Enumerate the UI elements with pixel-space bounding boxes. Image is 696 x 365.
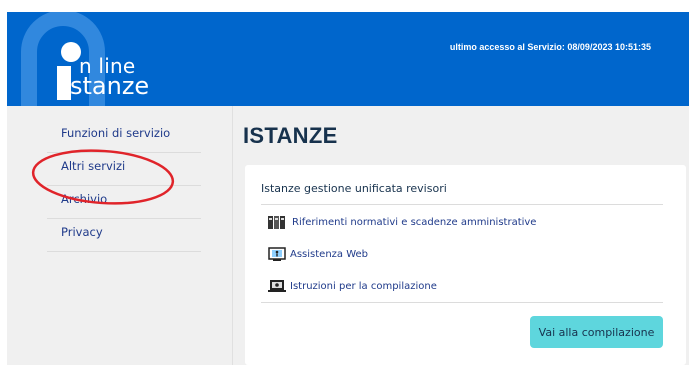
link-label: Riferimenti normativi e scadenze amminis…: [292, 216, 537, 228]
sidebar-item-altri-servizi[interactable]: Altri servizi: [47, 153, 201, 186]
logo-text-stanze: stanze: [70, 72, 150, 100]
link-istruzioni-compilazione[interactable]: Istruzioni per la compilazione: [268, 279, 437, 293]
sidebar-item-privacy[interactable]: Privacy: [47, 219, 201, 252]
link-label: Istruzioni per la compilazione: [290, 280, 437, 292]
header-bar: n line stanze ultimo accesso al Servizio…: [7, 12, 689, 106]
vai-alla-compilazione-button[interactable]: Vai alla compilazione: [530, 316, 663, 348]
link-riferimenti-normativi[interactable]: Riferimenti normativi e scadenze amminis…: [268, 215, 536, 229]
link-label: Assistenza Web: [290, 248, 369, 260]
card-divider-top: [261, 204, 663, 205]
sidebar-item-funzioni-di-servizio[interactable]: Funzioni di servizio: [47, 120, 201, 153]
link-assistenza-web[interactable]: Assistenza Web: [268, 247, 368, 261]
page-title: ISTANZE: [243, 123, 338, 148]
assistance-monitor-icon: [268, 247, 286, 261]
card-title: Istanze gestione unificata revisori: [261, 182, 447, 195]
istanze-card: Istanze gestione unificata revisori Rife…: [245, 165, 686, 365]
sidebar-item-archivio[interactable]: Archivio: [47, 186, 201, 219]
main-area: Funzioni di servizio Altri servizi Archi…: [7, 106, 689, 365]
laptop-icon: [268, 280, 286, 292]
card-divider-bottom: [261, 302, 663, 303]
binders-icon: [268, 216, 285, 229]
last-access-info: ultimo accesso al Servizio: 08/09/2023 1…: [449, 42, 651, 52]
sidebar-nav: Funzioni di servizio Altri servizi Archi…: [47, 120, 201, 252]
istanze-online-logo[interactable]: n line stanze: [21, 12, 191, 106]
content-divider: [232, 106, 233, 365]
